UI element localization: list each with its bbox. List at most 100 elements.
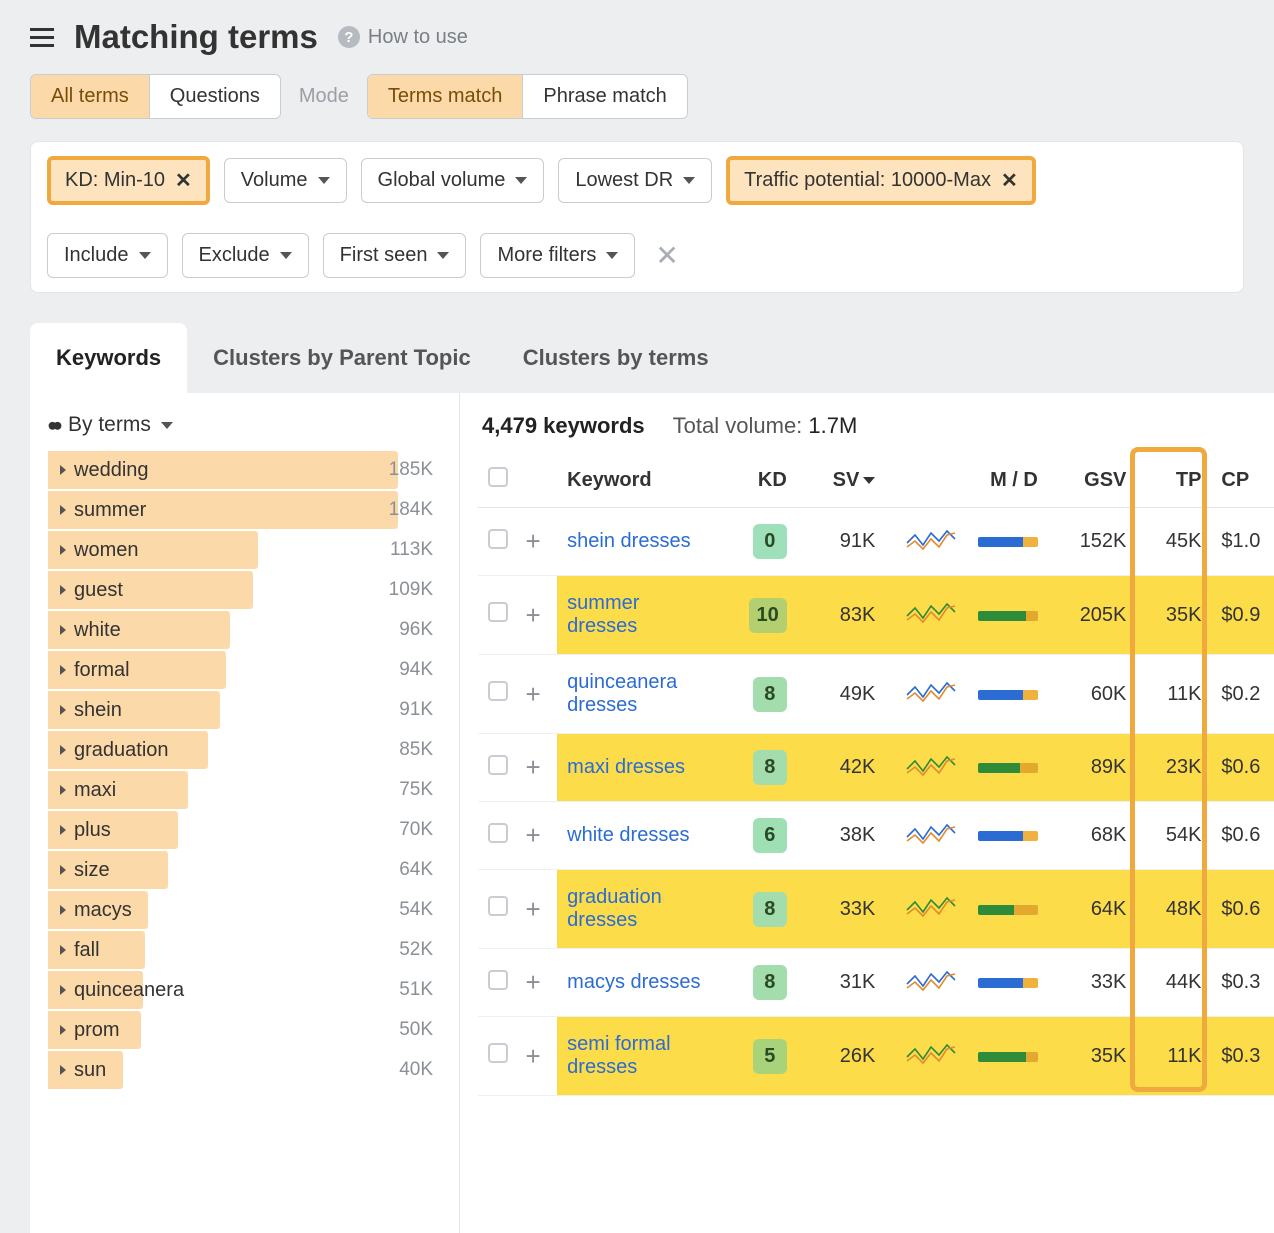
term-row[interactable]: quinceanera51K xyxy=(48,971,441,1009)
term-row[interactable]: graduation85K xyxy=(48,731,441,769)
col-tp[interactable]: TP xyxy=(1136,453,1211,508)
keyword-link[interactable]: graduation dresses xyxy=(567,886,662,931)
sparkline xyxy=(885,1017,966,1096)
total-volume-label: Total volume: 1.7M xyxy=(673,413,858,439)
term-row[interactable]: wedding185K xyxy=(48,451,441,489)
close-icon[interactable]: ✕ xyxy=(175,168,192,193)
tab-clusters-parent[interactable]: Clusters by Parent Topic xyxy=(187,323,497,393)
filter-kd[interactable]: KD: Min-10 ✕ xyxy=(47,156,210,205)
expand-icon[interactable]: + xyxy=(526,600,541,630)
select-all-checkbox[interactable] xyxy=(488,467,508,487)
term-row[interactable]: guest109K xyxy=(48,571,441,609)
col-keyword[interactable]: Keyword xyxy=(557,453,724,508)
row-checkbox[interactable] xyxy=(488,970,508,990)
row-checkbox[interactable] xyxy=(488,681,508,701)
cp-value: $0.6 xyxy=(1211,734,1274,802)
term-row[interactable]: sun40K xyxy=(48,1051,441,1089)
expand-icon[interactable]: + xyxy=(526,820,541,850)
questions-tab[interactable]: Questions xyxy=(149,75,280,118)
sparkline xyxy=(885,655,966,734)
col-kd[interactable]: KD xyxy=(724,453,797,508)
expand-icon[interactable]: + xyxy=(526,894,541,924)
term-row[interactable]: summer 184K xyxy=(48,491,441,529)
term-count: 184K xyxy=(389,499,433,521)
chevron-down-icon xyxy=(318,177,330,184)
col-gsv[interactable]: GSV xyxy=(1048,453,1137,508)
term-label: shein xyxy=(74,699,122,722)
col-md[interactable]: M / D xyxy=(967,453,1048,508)
term-row[interactable]: prom 50K xyxy=(48,1011,441,1049)
term-count: 70K xyxy=(399,819,433,841)
expand-icon[interactable]: + xyxy=(526,1041,541,1071)
col-cp[interactable]: CP xyxy=(1211,453,1274,508)
hamburger-menu-icon[interactable] xyxy=(30,28,54,47)
expand-icon[interactable]: + xyxy=(526,679,541,709)
tab-clusters-terms[interactable]: Clusters by terms xyxy=(497,323,735,393)
keyword-link[interactable]: quinceanera dresses xyxy=(567,671,677,716)
col-sv[interactable]: SV xyxy=(797,453,886,508)
phrase-match-tab[interactable]: Phrase match xyxy=(522,75,686,118)
md-bar xyxy=(967,1017,1048,1096)
clear-filters-icon[interactable]: ✕ xyxy=(649,239,684,272)
term-row[interactable]: plus70K xyxy=(48,811,441,849)
keyword-link[interactable]: semi formal dresses xyxy=(567,1033,670,1078)
keyword-link[interactable]: macys dresses xyxy=(567,971,700,993)
term-row[interactable]: white96K xyxy=(48,611,441,649)
term-row[interactable]: fall52K xyxy=(48,931,441,969)
term-row[interactable]: macys54K xyxy=(48,891,441,929)
how-to-use-link[interactable]: ? How to use xyxy=(338,26,468,49)
filter-global-volume[interactable]: Global volume xyxy=(361,158,545,203)
keyword-link[interactable]: white dresses xyxy=(567,824,689,846)
term-row[interactable]: size64K xyxy=(48,851,441,889)
expand-icon[interactable]: + xyxy=(526,526,541,556)
keyword-link[interactable]: maxi dresses xyxy=(567,756,685,778)
chevron-down-icon xyxy=(515,177,527,184)
term-count: 50K xyxy=(399,1019,433,1041)
row-checkbox[interactable] xyxy=(488,529,508,549)
page-title: Matching terms xyxy=(74,18,318,56)
row-checkbox[interactable] xyxy=(488,602,508,622)
term-label: wedding xyxy=(74,459,149,482)
term-label: fall xyxy=(74,939,100,962)
term-row[interactable]: shein91K xyxy=(48,691,441,729)
term-label: summer xyxy=(74,499,146,522)
filter-exclude[interactable]: Exclude xyxy=(182,233,309,278)
by-terms-dropdown[interactable]: ⦁⦁ By terms xyxy=(48,413,441,437)
row-checkbox[interactable] xyxy=(488,896,508,916)
filter-first-seen[interactable]: First seen xyxy=(323,233,467,278)
filter-include[interactable]: Include xyxy=(47,233,168,278)
keyword-link[interactable]: shein dresses xyxy=(567,530,690,552)
term-label: sun xyxy=(74,1059,106,1082)
cp-value: $1.0 xyxy=(1211,508,1274,576)
gsv-value: 33K xyxy=(1048,949,1137,1017)
expand-icon[interactable]: + xyxy=(526,752,541,782)
tab-keywords[interactable]: Keywords xyxy=(30,323,187,393)
filter-first-seen-label: First seen xyxy=(340,244,428,267)
term-row[interactable]: women113K xyxy=(48,531,441,569)
filter-more[interactable]: More filters xyxy=(480,233,635,278)
sparkline xyxy=(885,576,966,655)
chevron-down-icon xyxy=(437,252,449,259)
sparkline xyxy=(885,802,966,870)
kd-badge: 0 xyxy=(753,524,787,559)
keyword-link[interactable]: summer dresses xyxy=(567,592,639,637)
row-checkbox[interactable] xyxy=(488,823,508,843)
expand-icon[interactable]: + xyxy=(526,967,541,997)
filter-lowest-dr[interactable]: Lowest DR xyxy=(558,158,712,203)
close-icon[interactable]: ✕ xyxy=(1001,168,1018,193)
filter-traffic-potential[interactable]: Traffic potential: 10000-Max ✕ xyxy=(726,156,1036,205)
all-terms-tab[interactable]: All terms xyxy=(31,75,149,118)
row-checkbox[interactable] xyxy=(488,755,508,775)
row-checkbox[interactable] xyxy=(488,1043,508,1063)
tp-value: 54K xyxy=(1136,802,1211,870)
term-count: 85K xyxy=(399,739,433,761)
filter-volume[interactable]: Volume xyxy=(224,158,347,203)
term-label: prom xyxy=(74,1019,120,1042)
term-row[interactable]: maxi75K xyxy=(48,771,441,809)
md-bar xyxy=(967,655,1048,734)
term-count: 75K xyxy=(399,779,433,801)
term-row[interactable]: formal94K xyxy=(48,651,441,689)
sv-value: 83K xyxy=(797,576,886,655)
chevron-down-icon xyxy=(161,422,173,429)
terms-match-tab[interactable]: Terms match xyxy=(368,75,522,118)
